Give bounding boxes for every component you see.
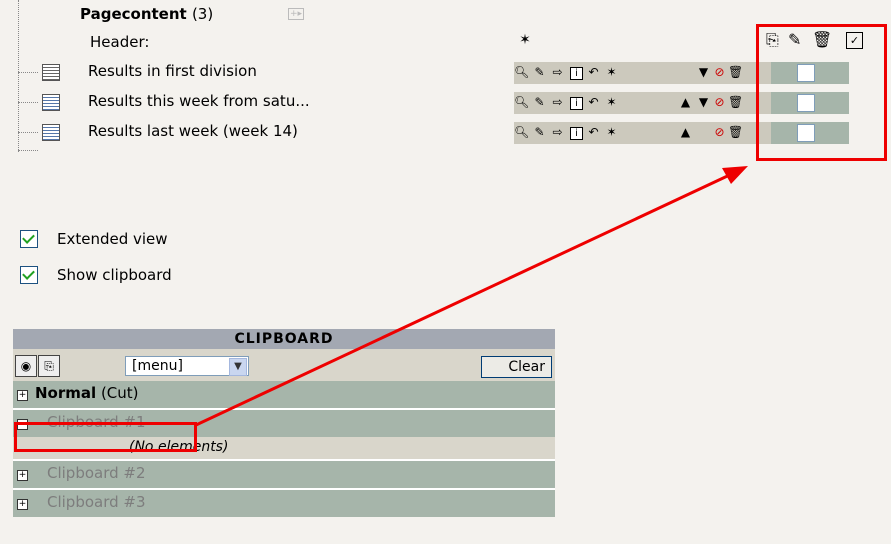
annotation-arrow — [195, 166, 748, 427]
